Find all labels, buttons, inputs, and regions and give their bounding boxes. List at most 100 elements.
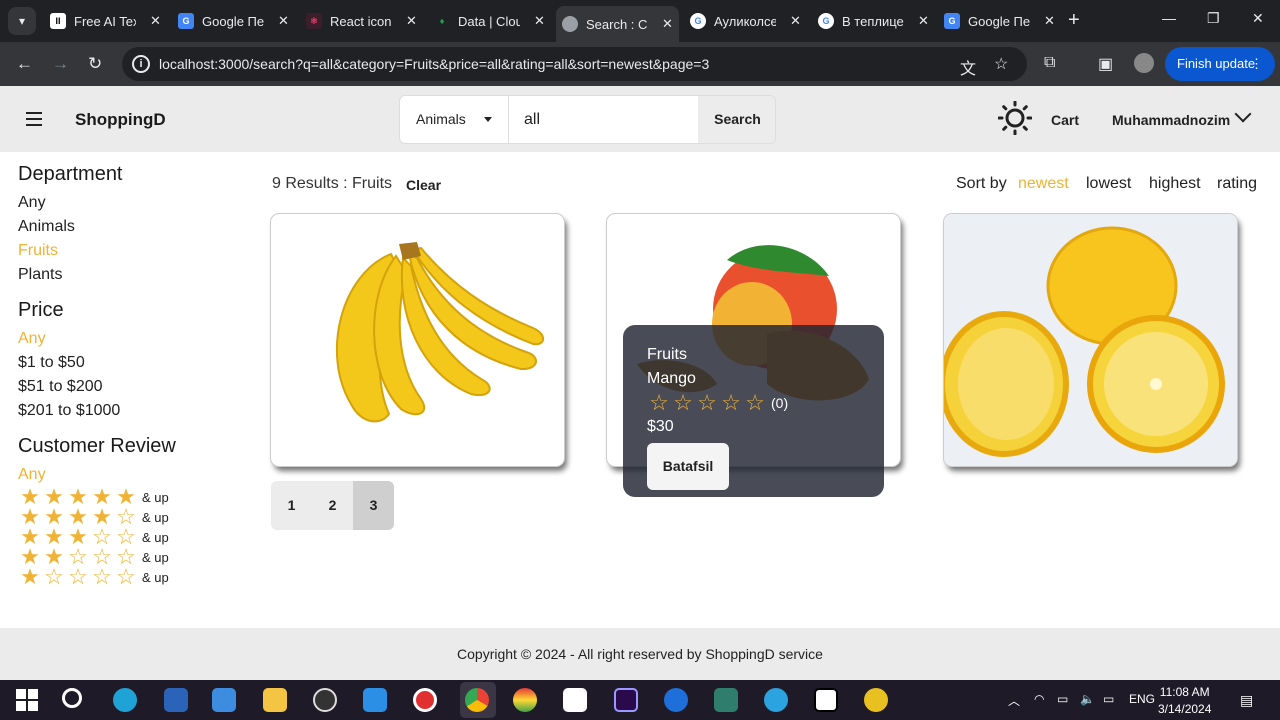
reload-icon[interactable]: ↻ — [88, 54, 102, 74]
price-option-1-50[interactable]: $1 to $50 — [18, 351, 238, 375]
battery-icon[interactable]: ▭ — [1103, 692, 1114, 706]
brand-logo[interactable]: ShoppingD — [75, 110, 166, 130]
department-option-animals[interactable]: Animals — [18, 215, 238, 239]
details-button[interactable]: Batafsil — [647, 443, 729, 490]
obs-icon[interactable] — [313, 688, 337, 712]
back-icon[interactable]: ← — [16, 54, 33, 74]
finish-update-button[interactable]: Finish update ⋮ — [1165, 47, 1275, 81]
price-option-201-1000[interactable]: $201 to $1000 — [18, 399, 238, 423]
forward-icon[interactable]: → — [52, 54, 69, 74]
popup-rating: ☆ ☆ ☆ ☆ ☆ (0) — [647, 390, 884, 415]
window-close-icon[interactable]: ✕ — [1252, 10, 1264, 27]
address-bar[interactable]: i localhost:3000/search?q=all&category=F… — [122, 47, 1027, 81]
clear-filters-button[interactable]: Clear — [406, 177, 441, 193]
capcut-icon[interactable] — [563, 688, 587, 712]
department-option-plants[interactable]: Plants — [18, 263, 238, 287]
browser-tab[interactable]: G Ауликолсе ✕ — [684, 6, 807, 36]
browser-tab[interactable]: ♦ Data | Clou ✕ — [428, 6, 551, 36]
gear-icon[interactable] — [664, 688, 688, 712]
media-player-icon[interactable] — [212, 688, 236, 712]
empty-star-icon: ☆ — [68, 564, 88, 589]
wifi-icon[interactable]: ◠ — [1034, 692, 1044, 706]
close-icon[interactable]: ✕ — [534, 13, 545, 29]
popup-category: Fruits — [647, 346, 687, 363]
app-icon[interactable] — [864, 688, 888, 712]
department-option-any[interactable]: Any — [18, 191, 238, 215]
empty-star-icon: ☆ — [649, 390, 669, 415]
windows-start-icon[interactable] — [16, 689, 38, 711]
site-info-icon[interactable]: i — [132, 55, 150, 73]
close-icon[interactable]: ✕ — [1044, 13, 1055, 29]
department-option-fruits[interactable]: Fruits — [18, 239, 238, 263]
page-button-3[interactable]: 3 — [353, 481, 394, 530]
tab-search-button[interactable]: ▾ — [8, 7, 36, 35]
price-option-51-200[interactable]: $51 to $200 — [18, 375, 238, 399]
recorder-icon[interactable] — [413, 688, 437, 712]
product-card-lemon[interactable] — [944, 214, 1237, 466]
more-vert-icon[interactable]: ⋮ — [1250, 47, 1263, 81]
menu-icon[interactable] — [26, 112, 42, 126]
rainbow-app-icon[interactable] — [513, 688, 537, 712]
popup-product-name: Mango — [647, 370, 696, 387]
chevron-down-icon[interactable] — [1234, 105, 1252, 123]
telegram-icon[interactable] — [764, 688, 788, 712]
finish-update-label: Finish update — [1177, 56, 1256, 71]
translate-icon[interactable]: 文 — [960, 55, 976, 79]
browser-tab[interactable]: II Free AI Tex ✕ — [44, 6, 167, 36]
filter-sidebar: Department Any Animals Fruits Plants Pri… — [18, 163, 238, 599]
close-icon[interactable]: ✕ — [278, 13, 289, 29]
search-button[interactable]: Search — [698, 96, 775, 143]
category-select[interactable]: Animals — [400, 96, 509, 143]
browser-tab[interactable]: G Google Пе ✕ — [938, 6, 1061, 36]
browser-tab[interactable]: G Google Пе ✕ — [172, 6, 295, 36]
product-card-banana[interactable] — [271, 214, 564, 466]
url-text[interactable]: localhost:3000/search?q=all&category=Fru… — [159, 56, 709, 72]
system-clock[interactable]: 11:08 AM 3/14/2024 — [1158, 684, 1211, 718]
browser-tab[interactable]: G В теплице ✕ — [812, 6, 935, 36]
network-icon[interactable]: ▭ — [1057, 692, 1068, 706]
sort-option-lowest[interactable]: lowest — [1086, 175, 1131, 193]
notifications-icon[interactable]: ▤ — [1240, 692, 1253, 709]
browser-tab-active[interactable]: Search : Ca ✕ — [556, 6, 679, 42]
browser-tab[interactable]: ⚛ React icon ✕ — [300, 6, 423, 36]
language-indicator[interactable]: ENG — [1129, 692, 1155, 706]
and-up-label: & up — [142, 489, 169, 505]
file-explorer-icon[interactable] — [263, 688, 287, 712]
profile-avatar[interactable] — [1134, 53, 1154, 73]
premiere-icon[interactable] — [614, 688, 638, 712]
user-menu[interactable]: Muhammadnozim — [1112, 112, 1230, 128]
notion-icon[interactable] — [814, 688, 838, 712]
volume-icon[interactable]: 🔈 — [1080, 692, 1095, 706]
close-icon[interactable]: ✕ — [406, 13, 417, 29]
sourcetree-icon[interactable] — [714, 688, 738, 712]
search-icon[interactable] — [62, 688, 82, 708]
edge-icon[interactable] — [113, 688, 137, 712]
search-input[interactable] — [509, 96, 698, 143]
price-option-any[interactable]: Any — [18, 327, 238, 351]
new-tab-icon[interactable]: + — [1068, 9, 1080, 32]
side-panel-icon[interactable]: ▣ — [1098, 54, 1113, 74]
vscode-icon[interactable] — [363, 688, 387, 712]
restore-icon[interactable]: ❐ — [1207, 10, 1220, 27]
close-icon[interactable]: ✕ — [662, 16, 673, 32]
sort-option-rating[interactable]: rating — [1217, 175, 1257, 193]
page-button-2[interactable]: 2 — [312, 481, 353, 530]
sort-option-highest[interactable]: highest — [1149, 175, 1201, 193]
rating-option-1[interactable]: ★ ☆ ☆ ☆ ☆ & up — [18, 564, 238, 589]
clock-time: 11:08 AM — [1159, 685, 1210, 699]
mongodb-leaf-icon: ♦ — [434, 13, 450, 29]
cart-link[interactable]: Cart — [1051, 112, 1079, 128]
page-button-1[interactable]: 1 — [271, 481, 312, 530]
chrome-icon[interactable] — [465, 688, 489, 712]
browser-tab-strip: ▾ II Free AI Tex ✕ G Google Пе ✕ ⚛ React icon… — [0, 0, 1280, 42]
extensions-icon[interactable]: ⧉ — [1044, 54, 1055, 72]
show-hidden-icons-icon[interactable]: ︿ — [1008, 692, 1020, 709]
minimize-icon[interactable]: — — [1162, 10, 1176, 26]
close-icon[interactable]: ✕ — [918, 13, 929, 29]
save-icon[interactable] — [164, 688, 188, 712]
sun-theme-icon[interactable] — [998, 101, 1032, 135]
close-icon[interactable]: ✕ — [150, 13, 161, 29]
close-icon[interactable]: ✕ — [790, 13, 801, 29]
sort-option-newest[interactable]: newest — [1018, 175, 1069, 193]
bookmark-star-icon[interactable]: ☆ — [994, 54, 1008, 74]
